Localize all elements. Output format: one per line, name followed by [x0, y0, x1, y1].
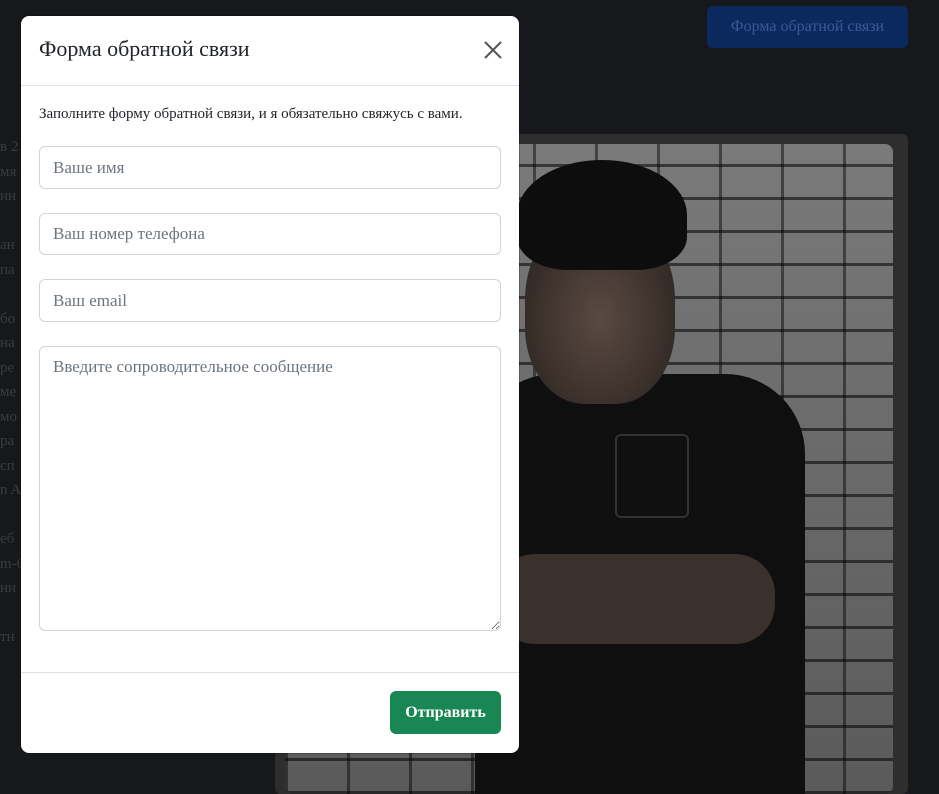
modal-title: Форма обратной связи — [39, 36, 250, 61]
email-input[interactable] — [39, 279, 501, 322]
close-icon — [484, 41, 502, 59]
message-textarea[interactable] — [39, 346, 501, 631]
modal-header: Форма обратной связи — [21, 16, 519, 86]
name-input[interactable] — [39, 146, 501, 189]
feedback-modal: Форма обратной связи Заполните форму обр… — [21, 16, 519, 753]
modal-footer: Отправить — [21, 672, 519, 753]
submit-button[interactable]: Отправить — [390, 691, 501, 734]
close-button[interactable] — [483, 40, 503, 60]
modal-intro-text: Заполните форму обратной связи, и я обяз… — [39, 106, 463, 122]
phone-input[interactable] — [39, 213, 501, 255]
